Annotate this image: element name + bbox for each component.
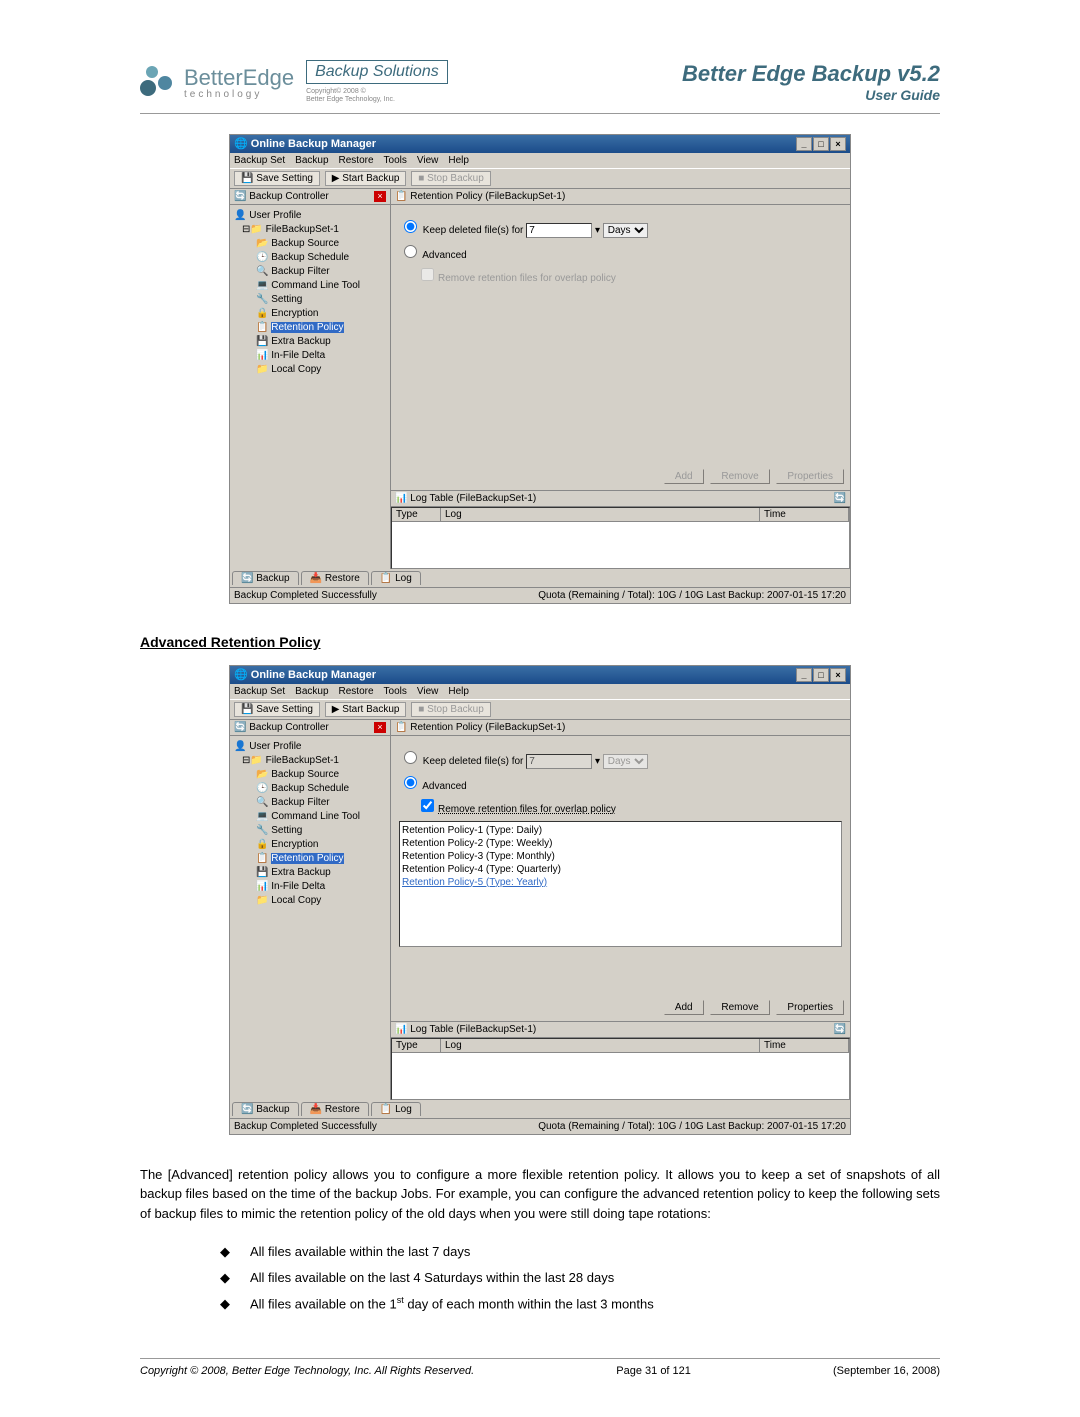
window-titlebar: 🌐 Online Backup Manager _□× [230, 135, 850, 153]
policy-list[interactable]: Retention Policy-1 (Type: Daily) Retenti… [399, 821, 842, 947]
logo: BetterEdge technology Backup Solutions C… [140, 60, 448, 105]
logo-text: BetterEdge [184, 65, 294, 91]
screenshot-simple-retention: 🌐 Online Backup Manager _□× Backup SetBa… [229, 134, 851, 604]
section-title: Advanced Retention Policy [140, 634, 940, 650]
bullet-item: All files available on the 1st day of ea… [220, 1291, 940, 1317]
doc-title: Better Edge Backup v5.2 [682, 61, 940, 87]
window-controls[interactable]: _□× [795, 137, 846, 151]
tab-backup: 🔄 Backup [232, 571, 299, 585]
start-backup-button[interactable]: ▶ Start Backup [325, 171, 407, 186]
refresh-icon[interactable]: 🔄 [834, 493, 846, 504]
page-header: BetterEdge technology Backup Solutions C… [140, 60, 940, 114]
tree-retention-policy: Retention Policy [271, 322, 343, 333]
left-panel-title: Backup Controller [249, 191, 328, 202]
radio-advanced[interactable] [404, 245, 417, 258]
body-paragraph: The [Advanced] retention policy allows y… [140, 1165, 940, 1224]
page-footer: Copyright © 2008, Better Edge Technology… [140, 1358, 940, 1377]
log-table: TypeLogTime [391, 507, 850, 569]
remove-button: Remove [710, 469, 769, 484]
add-button: Add [664, 469, 704, 484]
radio-keep-2[interactable] [404, 751, 417, 764]
radio-keep[interactable] [404, 220, 417, 233]
nav-tree[interactable]: 👤 User Profile ⊟📁 FileBackupSet-1 📂 Back… [230, 205, 390, 381]
bullet-item: All files available within the last 7 da… [220, 1239, 940, 1265]
footer-page: Page 31 of 121 [616, 1365, 691, 1377]
panel-title: Retention Policy (FileBackupSet-1) [410, 191, 565, 202]
close-panel-icon[interactable]: × [374, 191, 386, 202]
stop-backup-button: ■ Stop Backup [411, 171, 491, 186]
doc-subtitle: User Guide [682, 87, 940, 103]
box-caption: Copyright© 2008 ©Better Edge Technology,… [306, 88, 448, 105]
minimize-icon: _ [796, 137, 812, 151]
maximize-icon: □ [813, 137, 829, 151]
toolbar: 💾 Save Setting ▶ Start Backup ■ Stop Bac… [230, 168, 850, 189]
statusbar: Backup Completed SuccessfullyQuota (Rema… [230, 587, 850, 603]
properties-button: Properties [776, 469, 844, 484]
properties-button-2[interactable]: Properties [776, 1000, 844, 1015]
menubar[interactable]: Backup SetBackupRestoreToolsViewHelp [230, 153, 850, 168]
bottom-tabs[interactable]: 🔄 Backup 📥 Restore 📋 Log [230, 569, 850, 587]
tab-log: 📋 Log [371, 571, 421, 585]
chk-overlap [421, 268, 434, 281]
bullet-list: All files available within the last 7 da… [180, 1239, 940, 1317]
keep-unit-select[interactable]: Days [603, 223, 648, 238]
tab-restore: 📥 Restore [301, 571, 369, 585]
footer-copyright: Copyright © 2008, Better Edge Technology… [140, 1365, 474, 1377]
log-title: Log Table (FileBackupSet-1) [410, 493, 536, 504]
screenshot-advanced-retention: 🌐 Online Backup Manager_□× Backup SetBac… [229, 665, 851, 1135]
remove-button-2[interactable]: Remove [710, 1000, 769, 1015]
add-button-2[interactable]: Add [664, 1000, 704, 1015]
save-setting-button[interactable]: 💾 Save Setting [234, 171, 320, 186]
bullet-item: All files available on the last 4 Saturd… [220, 1265, 940, 1291]
keep-days-input[interactable] [526, 223, 592, 238]
close-icon: × [830, 137, 846, 151]
footer-date: (September 16, 2008) [833, 1365, 940, 1377]
backup-solutions-box: Backup Solutions [306, 60, 448, 84]
radio-advanced-2[interactable] [404, 776, 417, 789]
chk-overlap-2[interactable] [421, 799, 434, 812]
